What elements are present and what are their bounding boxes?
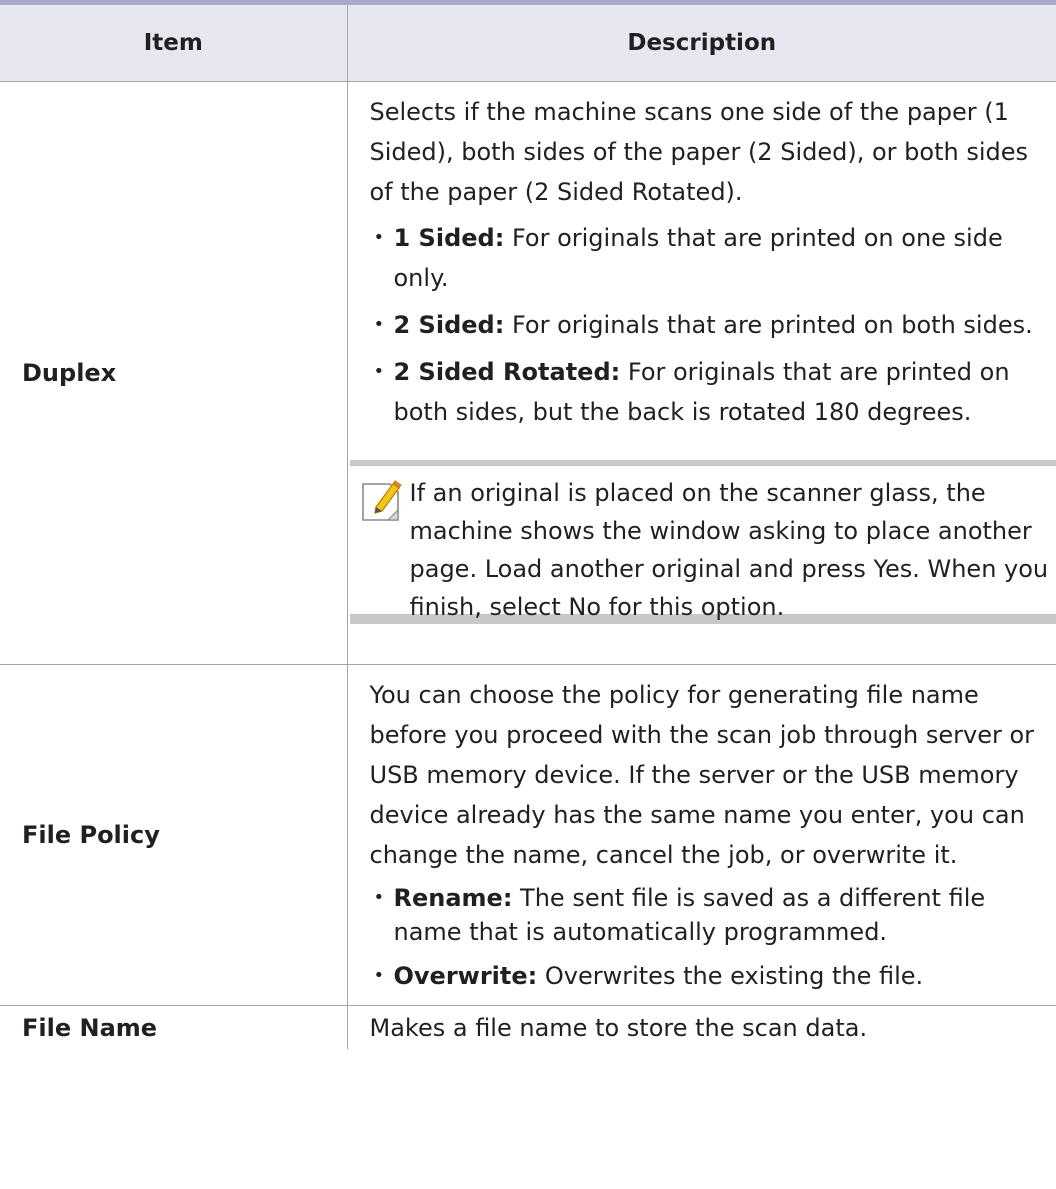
column-header-item: Item	[0, 5, 348, 82]
note-text: If an original is placed on the scanner …	[409, 479, 1049, 621]
description-text: Selects if the machine scans one side of…	[369, 98, 1029, 206]
bullet-icon: •	[373, 227, 385, 248]
item-cell-file-name: File Name	[0, 1005, 348, 1049]
list-item: • 2 Sided: For originals that are printe…	[370, 305, 1056, 345]
option-term: 2 Sided Rotated:	[393, 358, 621, 386]
table-row: File Policy You can choose the policy fo…	[0, 664, 1056, 1006]
option-text: For originals that are printed on both s…	[504, 311, 1033, 339]
option-term: Overwrite:	[393, 962, 538, 990]
table-row: File Name Makes a file name to store the…	[0, 1005, 1056, 1050]
description-text: Makes a file name to store the scan data…	[369, 1014, 868, 1042]
option-list: • 1 Sided: For originals that are printe…	[370, 218, 1056, 432]
bullet-icon: •	[373, 887, 385, 908]
item-cell-file-policy: File Policy	[0, 664, 348, 1006]
table-row: Duplex Selects if the machine scans one …	[0, 81, 1056, 665]
list-item: • Rename: The sent file is saved as a di…	[370, 881, 1056, 949]
note-pencil-icon	[360, 478, 402, 524]
note-box: If an original is placed on the scanner …	[349, 460, 1056, 624]
option-term: 1 Sided:	[393, 224, 505, 252]
list-item: • 2 Sided Rotated: For originals that ar…	[370, 352, 1056, 432]
description-cell-file-name: Makes a file name to store the scan data…	[347, 1006, 1056, 1050]
list-item: • 1 Sided: For originals that are printe…	[370, 218, 1056, 298]
settings-table: Item Description Duplex Selects if the m…	[0, 5, 1056, 1049]
description-cell-duplex: Selects if the machine scans one side of…	[347, 81, 1056, 665]
table-header-row: Item Description	[0, 5, 1056, 82]
column-header-description: Description	[347, 5, 1056, 82]
option-text: Overwrites the existing the file.	[537, 962, 924, 990]
item-cell-duplex: Duplex	[0, 81, 348, 665]
option-term: Rename:	[393, 884, 513, 912]
option-list: • Rename: The sent file is saved as a di…	[370, 881, 1056, 996]
bullet-icon: •	[373, 361, 385, 382]
bullet-icon: •	[373, 314, 385, 335]
description-cell-file-policy: You can choose the policy for generating…	[347, 664, 1056, 1006]
bullet-icon: •	[373, 965, 385, 986]
list-item: • Overwrite: Overwrites the existing the…	[370, 956, 1056, 996]
description-text: You can choose the policy for generating…	[369, 681, 1035, 869]
option-term: 2 Sided:	[393, 311, 505, 339]
